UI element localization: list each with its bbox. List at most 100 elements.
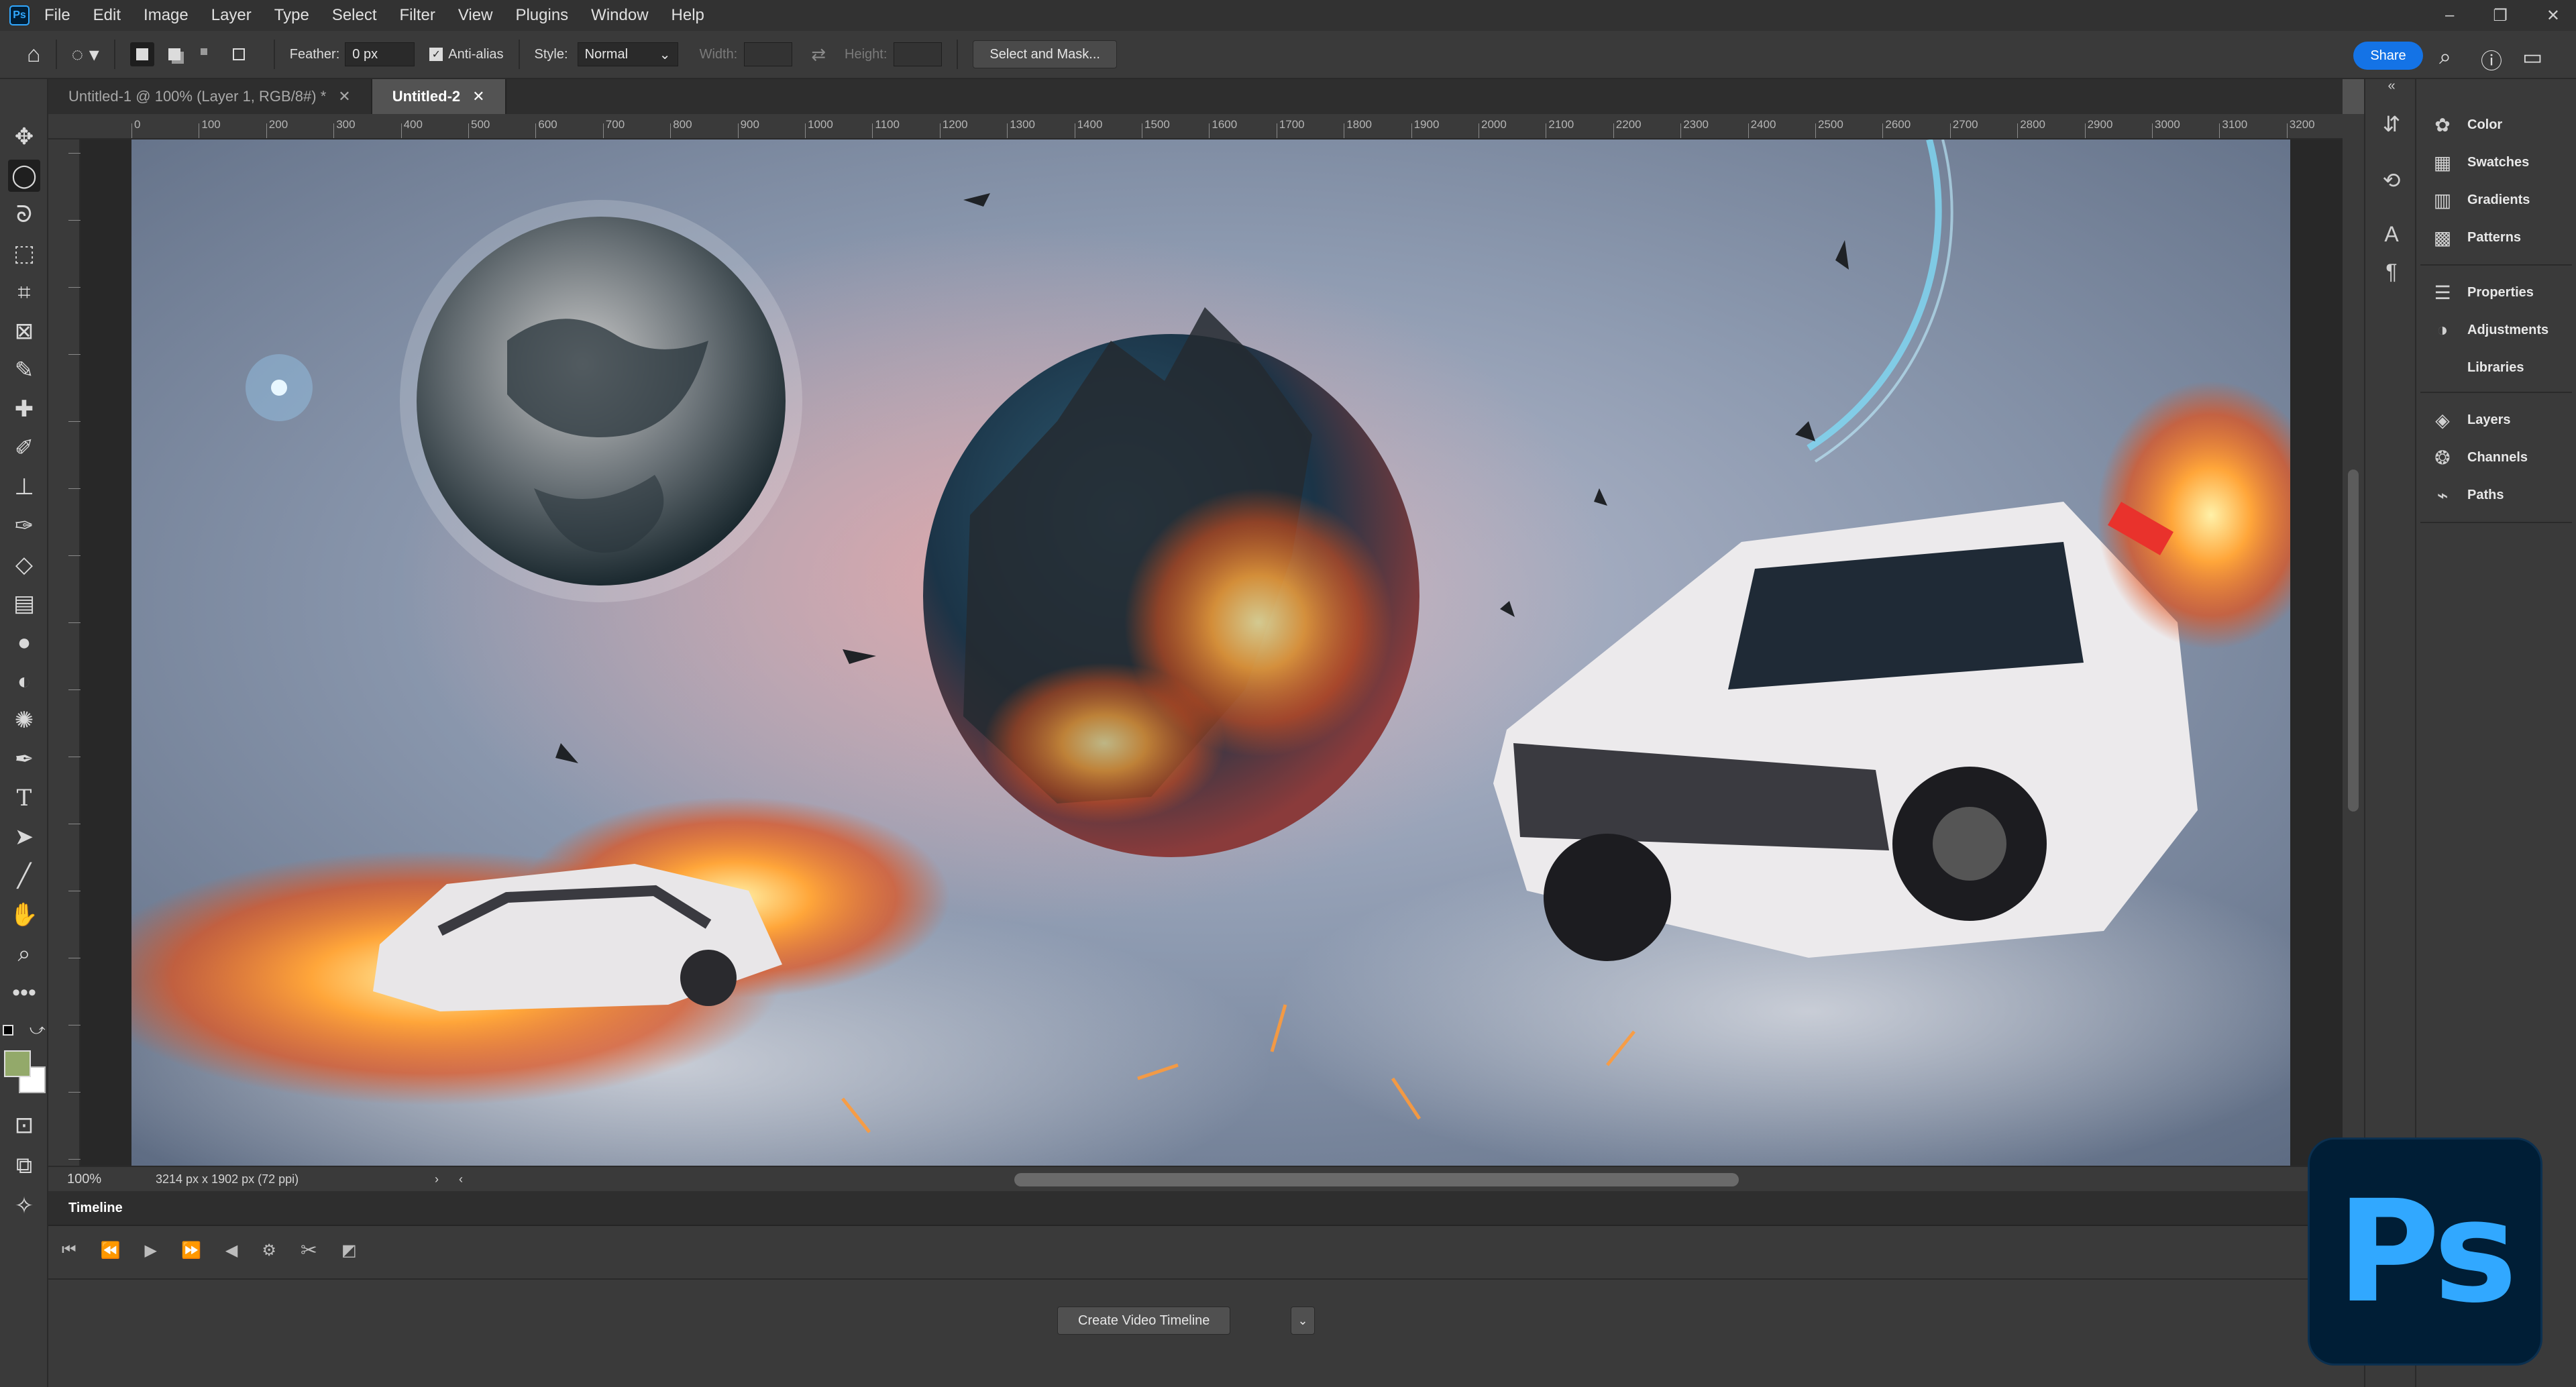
antialias-checkbox[interactable]: ✓ [429,48,443,61]
new-selection-button[interactable] [129,42,154,66]
settings-gear-icon[interactable]: ⚙ [262,1241,276,1260]
status-menu-arrow-icon[interactable]: › [435,1172,439,1186]
brush-tool-icon[interactable]: ✐ [8,432,40,464]
menu-file[interactable]: File [44,6,70,25]
vertical-scrollbar-thumb[interactable] [2348,469,2359,812]
sponge-tool-icon[interactable]: ✺ [8,704,40,736]
vertical-scrollbar[interactable] [2343,114,2364,1166]
path-selection-tool-icon[interactable]: ➤ [8,821,40,853]
object-selection-tool-icon[interactable]: ⬚ [8,237,40,270]
width-input[interactable] [744,42,793,66]
collapse-panels-icon[interactable]: « [2377,78,2406,93]
panel-adjustments[interactable]: ◑ Adjustments [2431,317,2549,343]
elliptical-marquee-tool-icon[interactable]: ◯ [8,160,40,192]
canvas-artwork[interactable] [131,140,2290,1166]
chevron-down-icon[interactable]: ⌄ [1291,1307,1315,1335]
swap-colors-icon[interactable]: ⤻ [30,1021,46,1038]
search-icon[interactable]: ⌕ [2439,44,2451,70]
eraser-tool-icon[interactable]: ◇ [8,549,40,581]
pen-tool-icon[interactable]: ✒ [8,743,40,775]
menu-edit[interactable]: Edit [93,6,121,25]
close-window-icon[interactable]: ✕ [2546,6,2560,25]
panel-channels[interactable]: ❂ Channels [2431,444,2528,471]
ruler-tick-label: 1200 [942,118,968,131]
line-tool-icon[interactable]: ╱ [8,860,40,892]
close-icon[interactable]: ✕ [338,88,350,105]
frame-tool-icon[interactable]: ⊠ [8,315,40,347]
hand-tool-icon[interactable]: ✋ [8,899,40,931]
crop-tool-icon[interactable]: ⌗ [8,276,40,309]
zoom-tool-icon[interactable]: ⌕ [8,938,40,970]
menu-type[interactable]: Type [274,6,309,25]
foreground-color-swatch[interactable] [4,1050,31,1077]
subtract-from-selection-button[interactable] [195,42,219,66]
style-select[interactable]: Normal ⌄ [577,42,678,66]
scroll-left-icon[interactable]: ‹ [459,1172,463,1186]
go-to-first-frame-icon[interactable]: ⏮ [62,1241,76,1260]
lasso-tool-icon[interactable]: ᘐ [8,199,40,231]
home-icon[interactable]: ⌂ [27,42,41,68]
audio-icon[interactable]: ◀ [225,1241,237,1260]
quick-mask-icon[interactable]: ⊡ [8,1109,40,1142]
zoom-level[interactable]: 100% [67,1172,130,1187]
horizontal-scrollbar-thumb[interactable] [1014,1173,1739,1186]
ruler-tick [2017,123,2019,138]
menu-filter[interactable]: Filter [400,6,435,25]
learn-icon[interactable]: ⇵ [2377,110,2406,138]
eyedropper-tool-icon[interactable]: ✎ [8,354,40,386]
tab-untitled-2[interactable]: Untitled-2 ✕ [372,79,506,114]
menu-plugins[interactable]: Plugins [515,6,568,25]
type-tool-icon[interactable]: T [8,782,40,814]
minimize-icon[interactable]: – [2445,6,2454,25]
spot-healing-tool-icon[interactable]: ✚ [8,393,40,425]
screen-mode-icon[interactable]: ⧉ [8,1150,40,1182]
split-scissors-icon[interactable]: ✂ [301,1239,317,1262]
panel-gradients[interactable]: ▥ Gradients [2431,186,2530,213]
clone-stamp-tool-icon[interactable]: ⊥ [8,471,40,503]
select-and-mask-button[interactable]: Select and Mask... [973,40,1117,68]
restore-icon[interactable]: ❐ [2493,6,2508,25]
gradient-tool-icon[interactable]: ▤ [8,588,40,620]
height-input[interactable] [894,42,943,66]
generative-icon[interactable]: ✧ [8,1190,40,1222]
default-colors-icon[interactable] [3,1025,13,1036]
move-tool-icon[interactable]: ✥ [8,121,40,153]
more-tools-icon[interactable]: ••• [8,977,40,1009]
help-icon[interactable]: ⓘ [2481,44,2502,75]
history-brush-tool-icon[interactable]: ✑ [8,510,40,542]
timeline-title[interactable]: Timeline [68,1201,123,1216]
blur-tool-icon[interactable]: ● [8,626,40,659]
feather-input[interactable]: 0 px [345,42,415,66]
paragraph-icon[interactable]: ¶ [2377,258,2406,286]
menu-view[interactable]: View [458,6,493,25]
share-button[interactable]: Share [2353,42,2423,70]
character-icon[interactable]: A [2377,220,2406,248]
panel-properties[interactable]: ☰ Properties [2431,279,2534,306]
intersect-selection-button[interactable] [227,42,251,66]
dodge-tool-icon[interactable]: ◐ [8,665,40,698]
history-icon[interactable]: ⟲ [2377,166,2406,195]
previous-frame-icon[interactable]: ⏪ [101,1241,121,1260]
panel-paths[interactable]: ⌁ Paths [2431,482,2504,508]
next-frame-icon[interactable]: ⏩ [181,1241,201,1260]
panel-patterns[interactable]: ▩ Patterns [2431,224,2521,251]
menu-window[interactable]: Window [591,6,648,25]
panel-swatches[interactable]: ▦ Swatches [2431,149,2530,176]
menu-select[interactable]: Select [332,6,377,25]
add-to-selection-button[interactable] [162,42,186,66]
panel-libraries[interactable]: Libraries [2431,354,2524,381]
workspace-icon[interactable]: ▭ [2522,44,2542,70]
panel-layers[interactable]: ◈ Layers [2431,406,2510,433]
swap-width-height-icon[interactable]: ⇄ [811,44,826,65]
menu-layer[interactable]: Layer [211,6,252,25]
close-icon[interactable]: ✕ [472,88,484,105]
panel-color[interactable]: ✿ Color [2431,111,2502,138]
transition-icon[interactable]: ◩ [341,1241,357,1260]
play-icon[interactable]: ▶ [145,1241,157,1260]
canvas-pasteboard[interactable] [80,140,2343,1166]
menu-image[interactable]: Image [144,6,189,25]
create-video-timeline-button[interactable]: Create Video Timeline [1057,1307,1231,1335]
tab-untitled-1[interactable]: Untitled-1 @ 100% (Layer 1, RGB/8#) * ✕ [48,79,372,114]
menu-help[interactable]: Help [672,6,704,25]
elliptical-marquee-preset-icon[interactable]: ◌ ▾ [72,43,99,66]
